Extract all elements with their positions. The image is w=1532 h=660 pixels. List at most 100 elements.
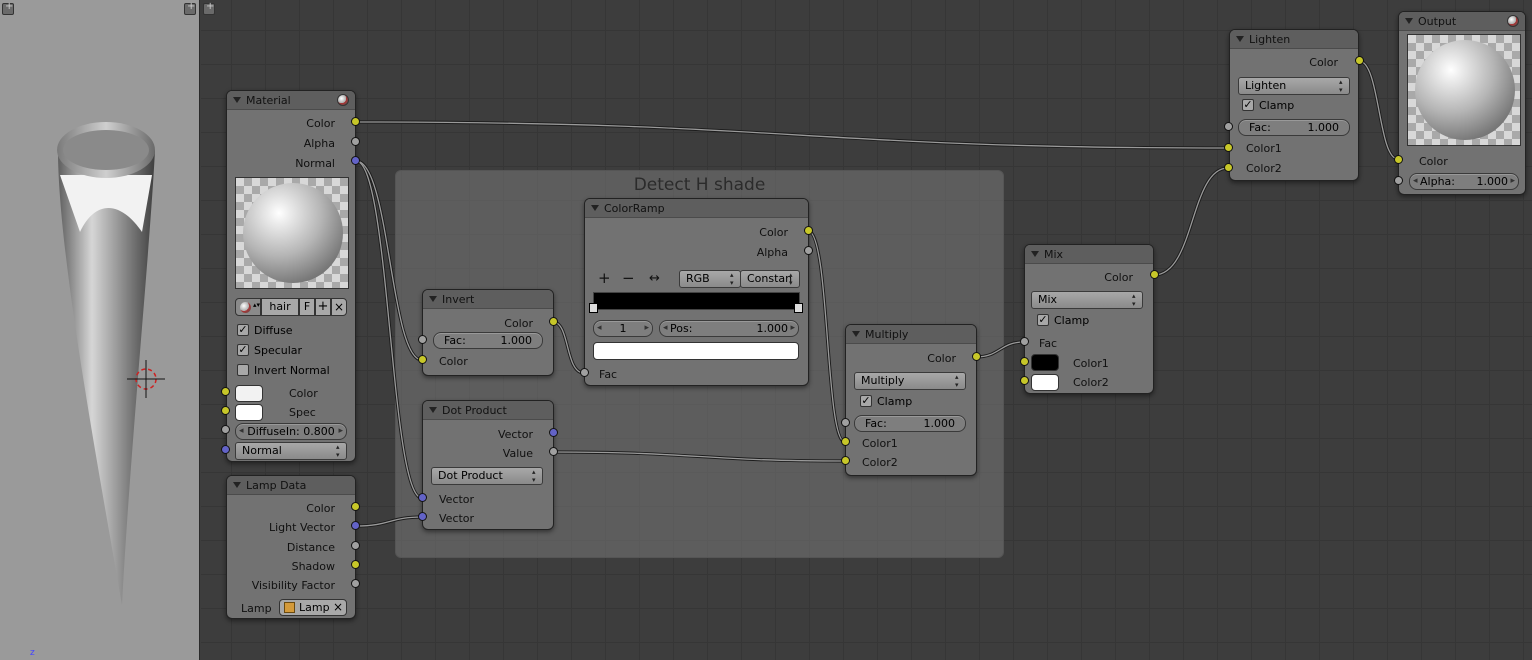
- spec-swatch[interactable]: [235, 404, 263, 421]
- diffuse-in-field[interactable]: DiffuseIn: 0.800: [235, 423, 347, 440]
- fake-user-button[interactable]: F: [299, 298, 315, 316]
- invert-fac-input-socket[interactable]: [418, 335, 427, 344]
- interpolation-select[interactable]: Constan: [740, 270, 800, 288]
- flip-ramp-button[interactable]: ↔: [649, 271, 660, 286]
- dot-vector-2-input-socket[interactable]: [418, 512, 427, 521]
- lighten-node[interactable]: Lighten Color Lighten ✓ Clamp Fac: 1.000 C…: [1229, 29, 1359, 181]
- material-color-input-socket[interactable]: [221, 387, 230, 396]
- invert-color-output-socket[interactable]: [549, 317, 558, 326]
- lamp-data-node-header[interactable]: Lamp Data: [227, 476, 355, 495]
- ramp-stop-right-handle[interactable]: [794, 303, 803, 313]
- clamp-checkbox[interactable]: ✓ Clamp: [1037, 314, 1089, 327]
- collapse-triangle-icon[interactable]: [1405, 18, 1413, 24]
- ramp-fac-input-socket[interactable]: [580, 368, 589, 377]
- dot-product-mode-select[interactable]: Dot Product: [431, 467, 543, 485]
- invert-node-header[interactable]: Invert: [423, 290, 553, 309]
- stop-color-swatch[interactable]: [593, 342, 799, 360]
- dot-value-output-socket[interactable]: [549, 447, 558, 456]
- collapse-triangle-icon[interactable]: [852, 331, 860, 337]
- normal-select[interactable]: Normal: [235, 442, 347, 460]
- blend-mode-select[interactable]: Lighten: [1238, 77, 1350, 95]
- clamp-checkbox[interactable]: ✓ Clamp: [1242, 99, 1294, 112]
- multiply-node[interactable]: Multiply Color Multiply ✓ Clamp Fac: 1.000…: [845, 324, 977, 476]
- fac-field[interactable]: Fac: 1.000: [433, 332, 543, 349]
- mix-color-output-socket[interactable]: [1150, 270, 1159, 279]
- specular-checkbox[interactable]: ✓ Specular: [237, 344, 302, 357]
- color-swatch[interactable]: [235, 385, 263, 402]
- blend-mode-select[interactable]: Mix: [1031, 291, 1143, 309]
- color2-swatch[interactable]: [1031, 374, 1059, 391]
- lamp-data-node[interactable]: Lamp Data Color Light Vector Distance Sh…: [226, 475, 356, 619]
- clamp-checkbox[interactable]: ✓ Clamp: [860, 395, 912, 408]
- collapse-triangle-icon[interactable]: [233, 97, 241, 103]
- material-spec-input-socket[interactable]: [221, 406, 230, 415]
- dot-vector-1-input-socket[interactable]: [418, 493, 427, 502]
- material-color-output-socket[interactable]: [351, 117, 360, 126]
- collapse-triangle-icon[interactable]: [1031, 251, 1039, 257]
- viewport-corner-button[interactable]: [2, 1, 14, 15]
- delete-stop-button[interactable]: −: [622, 271, 635, 286]
- fac-field[interactable]: Fac: 1.000: [1238, 119, 1350, 136]
- add-stop-button[interactable]: +: [598, 271, 611, 286]
- collapse-triangle-icon[interactable]: [429, 407, 437, 413]
- lighten-color1-input-socket[interactable]: [1224, 143, 1233, 152]
- unlink-material-icon[interactable]: ×: [331, 298, 347, 316]
- ramp-stop-left-handle[interactable]: [589, 303, 598, 313]
- active-stop-index-field[interactable]: 1: [593, 320, 653, 337]
- output-node-header[interactable]: Output: [1399, 12, 1525, 31]
- material-normal-output-socket[interactable]: [351, 156, 360, 165]
- output-alpha-input-socket[interactable]: [1394, 176, 1403, 185]
- mix-node-header[interactable]: Mix: [1025, 245, 1153, 264]
- color1-swatch[interactable]: [1031, 354, 1059, 371]
- alpha-field[interactable]: Alpha: 1.000: [1409, 173, 1519, 190]
- mix-fac-input-socket[interactable]: [1020, 337, 1029, 346]
- material-diffuse-input-socket[interactable]: [221, 425, 230, 434]
- ramp-color-output-socket[interactable]: [804, 226, 813, 235]
- collapse-triangle-icon[interactable]: [1236, 36, 1244, 42]
- multiply-fac-input-socket[interactable]: [841, 418, 850, 427]
- mix-color1-input-socket[interactable]: [1020, 357, 1029, 366]
- material-sphere-icon[interactable]: [337, 94, 349, 106]
- lamp-visibility-output-socket[interactable]: [351, 579, 360, 588]
- output-node[interactable]: Output Color Alpha: 1.000: [1398, 11, 1526, 195]
- dot-product-node-header[interactable]: Dot Product: [423, 401, 553, 420]
- material-alpha-output-socket[interactable]: [351, 137, 360, 146]
- lighten-color2-input-socket[interactable]: [1224, 163, 1233, 172]
- clear-lamp-icon[interactable]: ×: [333, 600, 343, 615]
- lamp-shadow-output-socket[interactable]: [351, 560, 360, 569]
- editor-corner-button[interactable]: [203, 1, 215, 15]
- collapse-triangle-icon[interactable]: [429, 296, 437, 302]
- blend-mode-select[interactable]: Multiply: [854, 372, 966, 390]
- invert-color-input-socket[interactable]: [418, 355, 427, 364]
- lighten-color-output-socket[interactable]: [1355, 56, 1364, 65]
- multiply-color1-input-socket[interactable]: [841, 437, 850, 446]
- material-normal-input-socket[interactable]: [221, 445, 230, 454]
- invert-node[interactable]: Invert Color Fac: 1.000 Color: [422, 289, 554, 376]
- multiply-color-output-socket[interactable]: [972, 352, 981, 361]
- 3d-viewport[interactable]: z: [0, 0, 200, 660]
- dot-product-node[interactable]: Dot Product Vector Value Dot Product Vec…: [422, 400, 554, 530]
- collapse-triangle-icon[interactable]: [591, 205, 599, 211]
- dot-vector-output-socket[interactable]: [549, 428, 558, 437]
- lamp-distance-output-socket[interactable]: [351, 541, 360, 550]
- ramp-alpha-output-socket[interactable]: [804, 246, 813, 255]
- mix-node[interactable]: Mix Color Mix ✓ Clamp Fac Color1 Color2: [1024, 244, 1154, 394]
- material-name-field[interactable]: hair: [261, 298, 299, 316]
- lamp-light-vector-output-socket[interactable]: [351, 521, 360, 530]
- color-ramp-bar[interactable]: [593, 292, 800, 310]
- multiply-node-header[interactable]: Multiply: [846, 325, 976, 344]
- invert-normal-checkbox[interactable]: Invert Normal: [237, 364, 330, 377]
- add-material-icon[interactable]: +: [315, 298, 331, 316]
- lighten-node-header[interactable]: Lighten: [1230, 30, 1358, 49]
- material-selector[interactable]: ▴▾ hair F + ×: [235, 298, 347, 316]
- viewport-split-button[interactable]: [184, 1, 196, 15]
- color-mode-select[interactable]: RGB: [679, 270, 741, 288]
- material-sphere-icon[interactable]: [1507, 15, 1519, 27]
- fac-field[interactable]: Fac: 1.000: [854, 415, 966, 432]
- colorramp-node[interactable]: ColorRamp Color Alpha + − ↔ RGB Constan …: [584, 198, 809, 386]
- lamp-object-field[interactable]: Lamp ×: [279, 599, 347, 616]
- lamp-color-output-socket[interactable]: [351, 502, 360, 511]
- material-node-header[interactable]: Material: [227, 91, 355, 110]
- diffuse-checkbox[interactable]: ✓ Diffuse: [237, 324, 293, 337]
- output-color-input-socket[interactable]: [1394, 155, 1403, 164]
